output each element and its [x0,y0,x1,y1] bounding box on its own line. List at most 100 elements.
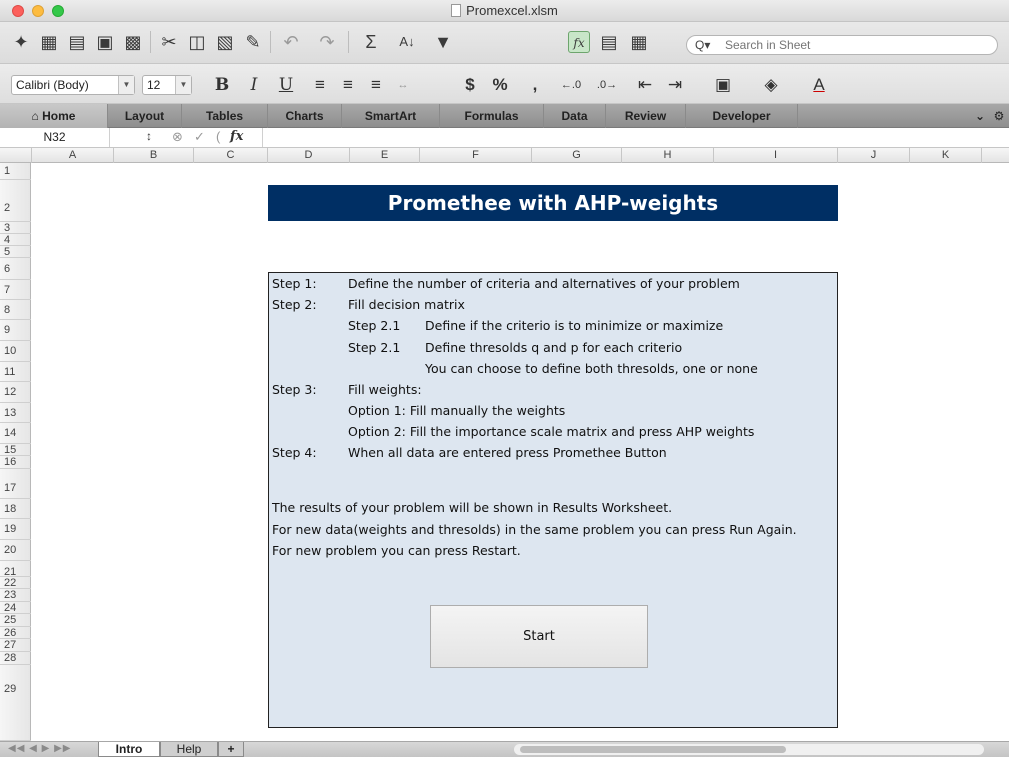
italic-button[interactable]: I [244,74,264,96]
row-header[interactable]: 9 [0,320,31,341]
new-icon[interactable]: ✦ [10,31,32,53]
open-icon[interactable]: ▤ [66,31,88,53]
tab-home[interactable]: ⌂ Home [0,104,108,128]
row-header[interactable]: 14 [0,423,31,444]
tab-layout[interactable]: Layout [108,104,182,128]
sheet-tab-intro[interactable]: Intro [98,742,160,757]
row-header[interactable]: 8 [0,300,31,320]
row-header[interactable]: 24 [0,602,31,614]
row-header[interactable]: 17 [0,469,31,499]
collapse-ribbon-icon[interactable]: ⌄ [970,104,990,128]
search-field[interactable]: Q▾ [686,35,998,55]
column-header[interactable]: K [910,148,982,163]
column-header[interactable]: C [194,148,268,163]
row-header[interactable]: 16 [0,456,31,469]
format-painter-icon[interactable]: ✎ [242,31,264,53]
align-center-icon[interactable]: ≡ [338,74,358,96]
column-header[interactable]: E [350,148,420,163]
font-name-select[interactable]: Calibri (Body) ▼ [11,75,135,95]
toolbox-icon[interactable]: ▦ [628,31,650,53]
percent-button[interactable]: % [490,74,510,96]
row-header[interactable]: 11 [0,362,31,382]
underline-button[interactable]: U [276,74,296,96]
column-header[interactable]: D [268,148,350,163]
row-header[interactable]: 15 [0,444,31,456]
row-header[interactable]: 27 [0,639,31,652]
increase-indent-icon[interactable]: ⇥ [664,74,686,96]
decrease-indent-icon[interactable]: ⇤ [634,74,656,96]
redo-icon[interactable]: ↷ [316,31,338,53]
align-right-icon[interactable]: ≡ [366,74,386,96]
bold-button[interactable]: B [212,74,232,96]
row-header[interactable]: 1 [0,163,31,180]
decrease-decimal-icon[interactable]: .0→ [596,74,618,96]
row-header[interactable]: 18 [0,499,31,519]
row-header[interactable]: 23 [0,589,31,602]
tab-formulas[interactable]: Formulas [440,104,544,128]
autosum-icon[interactable]: Σ [360,31,382,53]
increase-decimal-icon[interactable]: ←.0 [560,74,582,96]
cut-icon[interactable]: ✂ [158,31,180,53]
print-icon[interactable]: ▩ [122,31,144,53]
row-header[interactable]: 20 [0,540,31,561]
row-header[interactable]: 28 [0,652,31,665]
column-header[interactable]: F [420,148,532,163]
row-header[interactable]: 19 [0,519,31,540]
row-header[interactable]: 4 [0,234,31,246]
filter-icon[interactable]: ▼ [432,31,454,53]
start-button[interactable]: Start [430,605,648,668]
row-header[interactable]: 21 [0,561,31,578]
sheet-tab-help[interactable]: Help [160,742,218,757]
name-box[interactable]: N32 [0,128,110,147]
row-header[interactable]: 25 [0,614,31,627]
name-box-stepper-icon[interactable]: ↕ [146,129,152,143]
confirm-entry-icon[interactable]: ✓ [194,129,205,145]
column-header[interactable]: J [838,148,910,163]
show-hide-icon[interactable]: ▤ [598,31,620,53]
cancel-entry-icon[interactable]: ⊗ [172,129,183,145]
tab-data[interactable]: Data [544,104,606,128]
insert-function-icon[interactable]: fx [230,129,243,144]
paste-icon[interactable]: ▧ [214,31,236,53]
merge-icon[interactable]: ↔ [392,74,414,96]
comma-button[interactable]: , [530,74,540,96]
horizontal-scrollbar-thumb[interactable] [520,746,786,753]
tab-charts[interactable]: Charts [268,104,342,128]
copy-icon[interactable]: ◫ [186,31,208,53]
column-header[interactable]: B [114,148,194,163]
font-size-select[interactable]: 12 ▼ [142,75,192,95]
row-header[interactable]: 29 [0,665,31,741]
undo-icon[interactable]: ↶ [280,31,302,53]
row-header[interactable]: 13 [0,403,31,423]
fill-color-icon[interactable]: ◈ [760,74,782,96]
column-header[interactable]: A [32,148,114,163]
tab-review[interactable]: Review [606,104,686,128]
column-header[interactable]: I [714,148,838,163]
row-header[interactable]: 6 [0,258,31,280]
row-header[interactable]: 5 [0,246,31,258]
add-sheet-button[interactable]: + [218,742,244,757]
align-left-icon[interactable]: ≡ [310,74,330,96]
row-header[interactable]: 10 [0,341,31,362]
text-color-button[interactable]: A [808,74,830,96]
currency-button[interactable]: $ [462,74,478,96]
tab-developer[interactable]: Developer [686,104,798,128]
row-header[interactable]: 26 [0,627,31,639]
formula-builder-icon[interactable]: fx [568,31,590,53]
sheet-nav-arrows-icon[interactable]: ◀◀ ◀ ▶ ▶▶ [8,743,71,754]
tab-smartart[interactable]: SmartArt [342,104,440,128]
select-all-corner[interactable] [0,148,32,163]
tab-tables[interactable]: Tables [182,104,268,128]
row-header[interactable]: 12 [0,382,31,403]
borders-icon[interactable]: ▣ [712,74,734,96]
save-icon[interactable]: ▣ [94,31,116,53]
column-header[interactable]: G [532,148,622,163]
gear-icon[interactable]: ⚙ [990,104,1008,128]
gallery-icon[interactable]: ▦ [38,31,60,53]
column-header[interactable]: H [622,148,714,163]
row-header[interactable]: 3 [0,222,31,234]
row-header[interactable]: 7 [0,280,31,300]
sort-icon[interactable]: A↓ [396,31,418,53]
formula-input[interactable] [262,128,1009,147]
row-header[interactable]: 2 [0,180,31,222]
